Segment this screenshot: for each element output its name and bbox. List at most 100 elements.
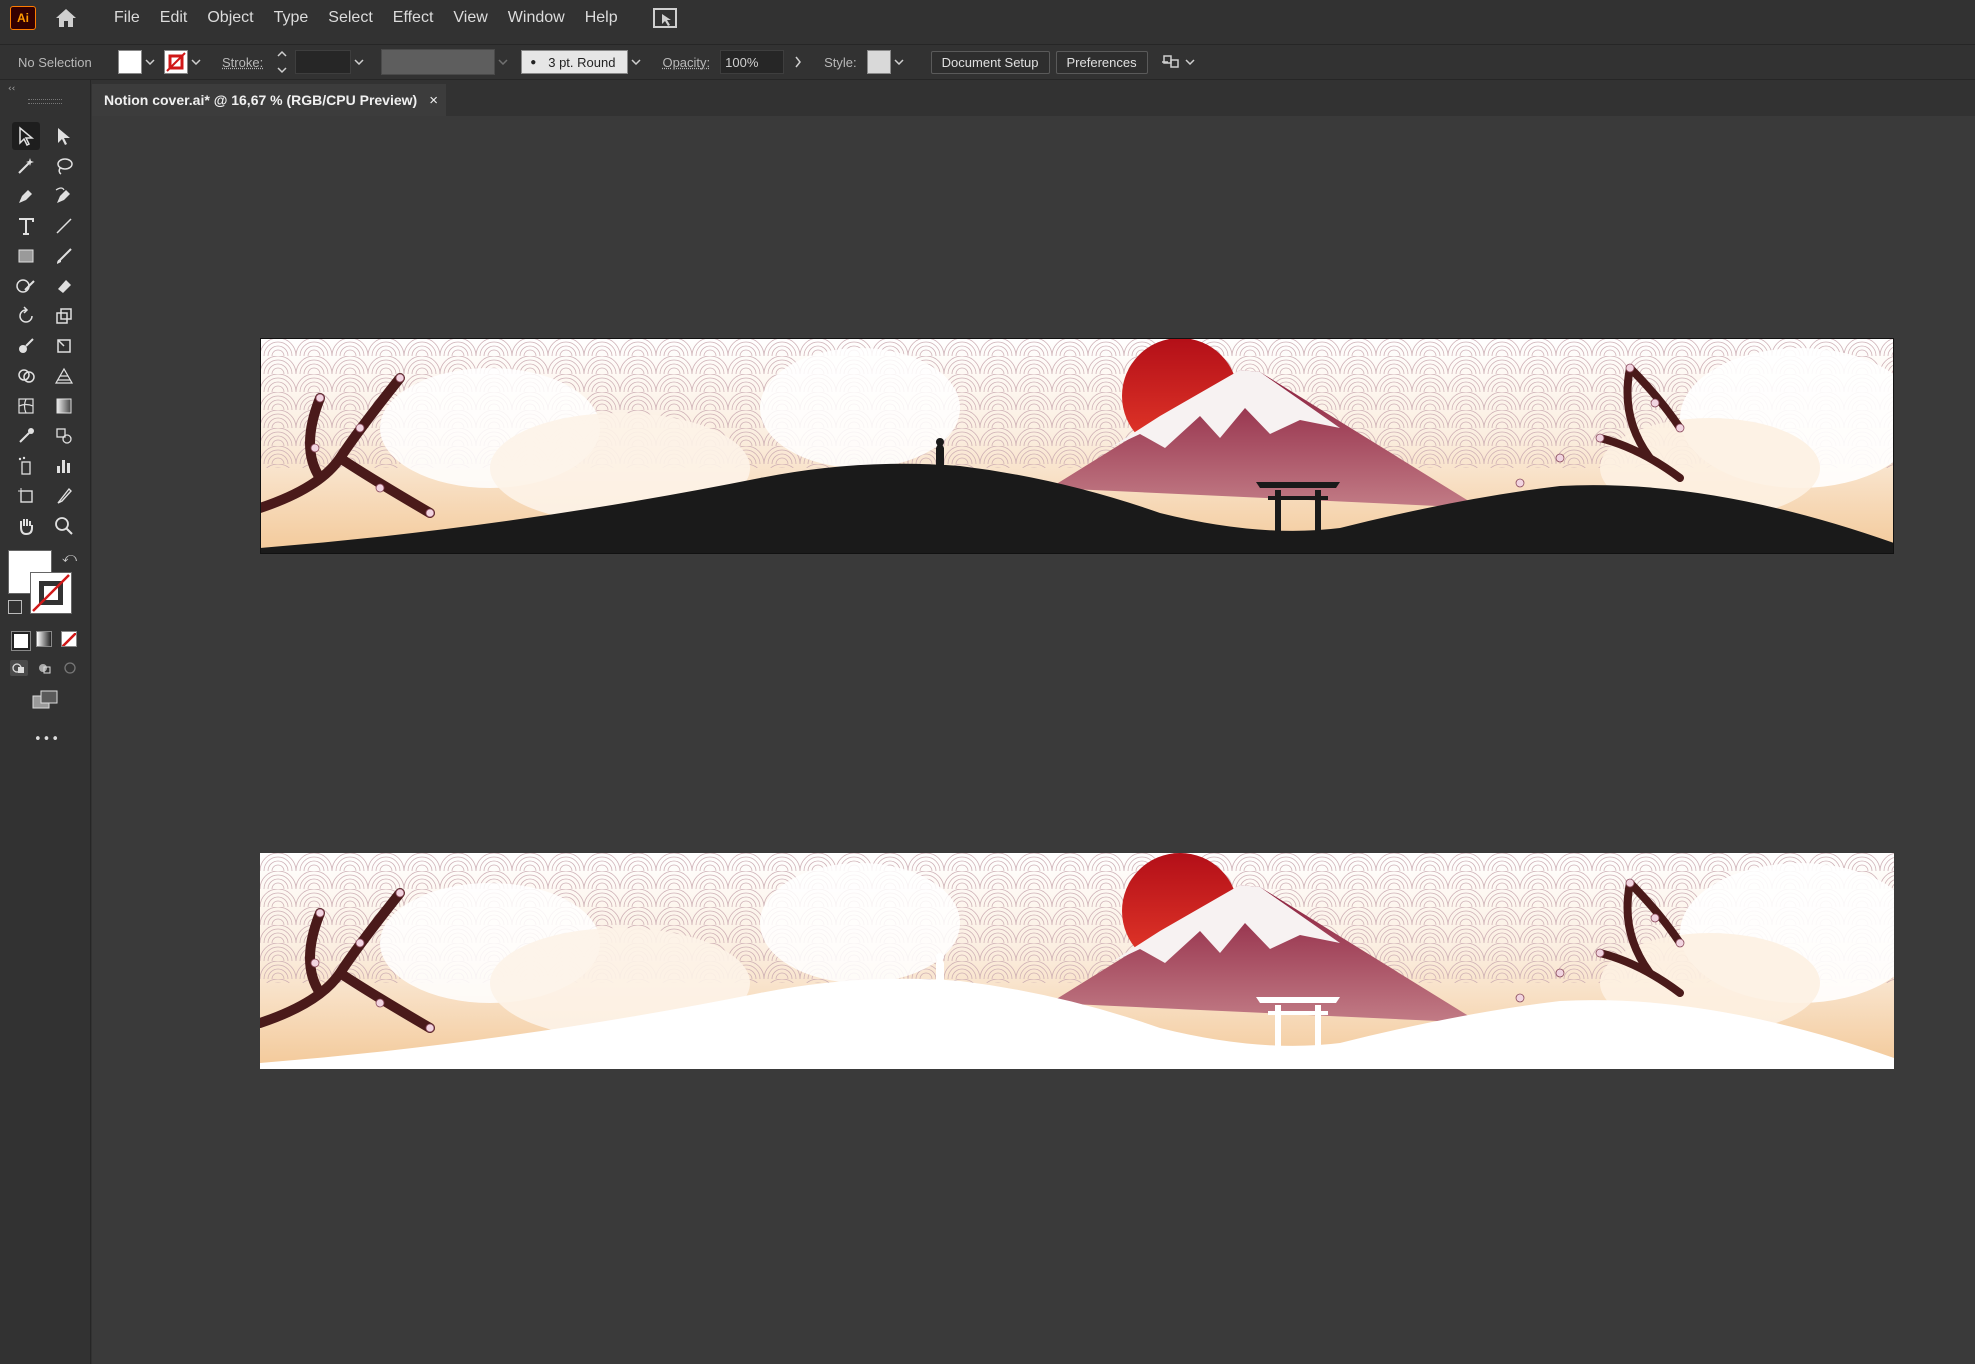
selection-tool[interactable] xyxy=(12,122,40,150)
no-stroke-icon xyxy=(166,52,186,72)
opacity-label[interactable]: Opacity: xyxy=(662,55,710,70)
shaper-icon xyxy=(16,279,35,293)
magic-wand-tool[interactable] xyxy=(12,152,40,180)
draw-behind-button[interactable] xyxy=(36,660,54,676)
menu-object[interactable]: Object xyxy=(197,0,263,36)
swap-fill-stroke-icon[interactable]: ⤺ xyxy=(62,550,77,566)
document-tab[interactable]: Notion cover.ai* @ 16,67 % (RGB/CPU Prev… xyxy=(92,84,446,116)
mesh-icon xyxy=(18,398,34,414)
column-graph-tool[interactable] xyxy=(50,452,78,480)
menu-effect[interactable]: Effect xyxy=(383,0,444,36)
direct-selection-tool[interactable] xyxy=(50,122,78,150)
app-logo: Ai xyxy=(10,6,36,30)
curvature-tool[interactable] xyxy=(50,182,78,210)
menu-file[interactable]: File xyxy=(104,0,150,36)
scale-tool[interactable] xyxy=(50,302,78,330)
arrange-panels-dropdown[interactable] xyxy=(1182,51,1198,73)
eyedropper-tool[interactable] xyxy=(12,422,40,450)
gradient-tool[interactable] xyxy=(50,392,78,420)
opacity-value: 100% xyxy=(725,54,759,70)
shape-builder-tool[interactable] xyxy=(12,362,40,390)
rotate-tool[interactable] xyxy=(12,302,40,330)
paintbrush-tool[interactable] xyxy=(50,242,78,270)
edit-toolbar-button[interactable]: ••• xyxy=(34,732,60,747)
screen-mode-icon xyxy=(32,690,58,709)
canvas-area[interactable] xyxy=(92,116,1975,1364)
stroke-dropdown[interactable] xyxy=(188,51,204,73)
variable-width-profile[interactable] xyxy=(381,49,496,75)
rectangle-tool[interactable] xyxy=(12,242,40,270)
brush-dot-icon: ● xyxy=(530,56,537,68)
arrange-documents-button[interactable] xyxy=(652,7,678,29)
stroke-weight-dropdown[interactable] xyxy=(351,51,367,73)
lasso-tool[interactable] xyxy=(50,152,78,180)
chevron-down-icon xyxy=(191,59,201,65)
curvature-pen-icon xyxy=(55,187,70,203)
hand-tool[interactable] xyxy=(12,512,40,540)
tools-panel: ‹‹ ⤺ ••• xyxy=(0,80,91,1364)
graphic-style-swatch[interactable] xyxy=(866,50,891,74)
align-panel-icon xyxy=(1161,55,1179,68)
menu-help[interactable]: Help xyxy=(575,0,628,36)
pen-tool[interactable] xyxy=(12,182,40,210)
arrange-documents-icon xyxy=(652,8,677,28)
close-tab-icon[interactable]: × xyxy=(429,92,438,109)
fill-dropdown[interactable] xyxy=(142,51,158,73)
graphic-style-dropdown[interactable] xyxy=(891,51,907,73)
no-stroke-icon xyxy=(32,574,70,612)
stroke-label[interactable]: Stroke: xyxy=(222,55,263,70)
default-fill-stroke-icon[interactable] xyxy=(8,600,22,614)
chevron-down-icon xyxy=(894,59,904,65)
menu-type[interactable]: Type xyxy=(264,0,319,36)
menu-view[interactable]: View xyxy=(443,0,497,36)
draw-normal-button[interactable] xyxy=(10,660,28,676)
selection-status: No Selection xyxy=(18,54,92,70)
collapse-panel-icon[interactable]: ‹‹ xyxy=(8,84,15,94)
brush-definition[interactable]: ● 3 pt. Round xyxy=(521,50,629,74)
document-setup-button[interactable]: Document Setup xyxy=(930,50,1050,74)
zoom-tool[interactable] xyxy=(50,512,78,540)
artboard-2[interactable] xyxy=(260,853,1894,1069)
menu-edit[interactable]: Edit xyxy=(150,0,198,36)
opacity-expand[interactable] xyxy=(790,51,806,73)
document-tab-bar: Notion cover.ai* @ 16,67 % (RGB/CPU Prev… xyxy=(92,84,446,116)
stroke-weight-stepper[interactable] xyxy=(275,50,289,74)
stroke-color-box[interactable] xyxy=(30,572,72,614)
artwork-white-hills xyxy=(260,853,1894,1069)
perspective-grid-tool[interactable] xyxy=(50,362,78,390)
line-segment-tool[interactable] xyxy=(50,212,78,240)
fill-swatch[interactable] xyxy=(118,50,142,74)
hand-icon xyxy=(20,519,33,536)
blend-tool[interactable] xyxy=(50,422,78,450)
opacity-input[interactable]: 100% xyxy=(720,50,785,74)
panel-grip[interactable] xyxy=(28,99,62,104)
type-tool[interactable] xyxy=(12,212,40,240)
slice-tool[interactable] xyxy=(50,482,78,510)
warp-tool[interactable] xyxy=(12,332,40,360)
draw-inside-button[interactable] xyxy=(62,660,80,676)
chevron-down-icon xyxy=(277,67,287,74)
none-mode-button[interactable] xyxy=(61,631,77,648)
shape-builder-icon xyxy=(18,369,35,383)
menu-window[interactable]: Window xyxy=(498,0,575,36)
stroke-weight-input[interactable] xyxy=(295,50,352,74)
mesh-tool[interactable] xyxy=(12,392,40,420)
chevron-down-icon xyxy=(498,59,508,65)
home-button[interactable] xyxy=(50,3,82,33)
variable-width-dropdown[interactable] xyxy=(495,51,511,73)
artboard-tool[interactable] xyxy=(12,482,40,510)
stroke-swatch[interactable] xyxy=(164,50,188,74)
artboard-1[interactable] xyxy=(260,338,1894,554)
color-mode-button[interactable] xyxy=(11,631,31,651)
symbol-sprayer-tool[interactable] xyxy=(12,452,40,480)
free-transform-tool[interactable] xyxy=(50,332,78,360)
menu-select[interactable]: Select xyxy=(318,0,382,36)
arrange-panels-button[interactable] xyxy=(1161,52,1182,72)
chevron-down-icon xyxy=(354,59,364,65)
change-screen-mode-button[interactable] xyxy=(32,690,58,710)
eraser-tool[interactable] xyxy=(50,272,78,300)
gradient-mode-button[interactable] xyxy=(36,631,52,647)
shaper-tool[interactable] xyxy=(12,272,40,300)
preferences-button[interactable]: Preferences xyxy=(1055,50,1148,74)
brush-dropdown[interactable] xyxy=(628,51,644,73)
